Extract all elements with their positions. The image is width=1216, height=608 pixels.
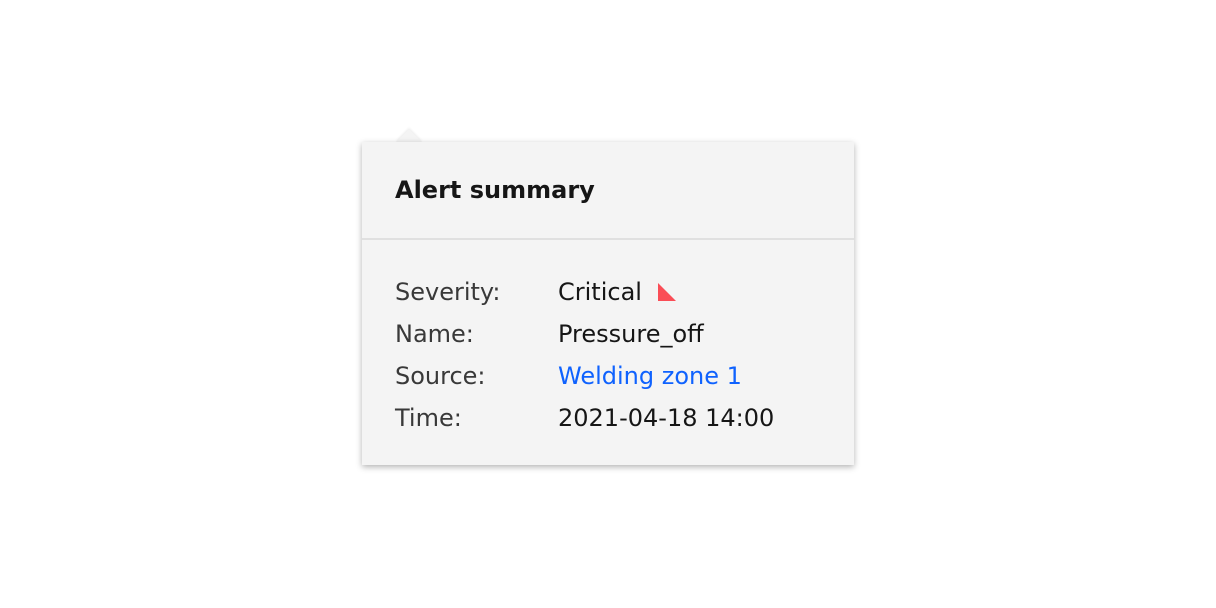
alert-summary-popover: Alert summary Severity: Critical Name: P…: [362, 142, 854, 465]
time-value: 2021-04-18 14:00: [558, 404, 775, 432]
name-row: Name: Pressure_off: [395, 318, 835, 360]
source-row: Source: Welding zone 1: [395, 360, 835, 402]
stage: Alert summary Severity: Critical Name: P…: [0, 0, 1216, 608]
time-row: Time: 2021-04-18 14:00: [395, 402, 835, 444]
popover-caret: [396, 129, 422, 142]
severity-value-wrap: Critical: [558, 276, 678, 308]
severity-value: Critical: [558, 278, 642, 306]
popover-title: Alert summary: [395, 176, 595, 204]
name-value: Pressure_off: [558, 320, 704, 348]
critical-triangle-icon: [657, 283, 676, 301]
time-label: Time:: [395, 404, 462, 432]
severity-row: Severity: Critical: [395, 276, 835, 318]
source-label: Source:: [395, 362, 486, 390]
severity-label: Severity:: [395, 278, 501, 306]
name-label: Name:: [395, 320, 474, 348]
popover-header: Alert summary: [362, 142, 854, 240]
alert-details: Severity: Critical Name: Pressure_off So…: [395, 276, 835, 444]
source-link[interactable]: Welding zone 1: [558, 360, 742, 392]
